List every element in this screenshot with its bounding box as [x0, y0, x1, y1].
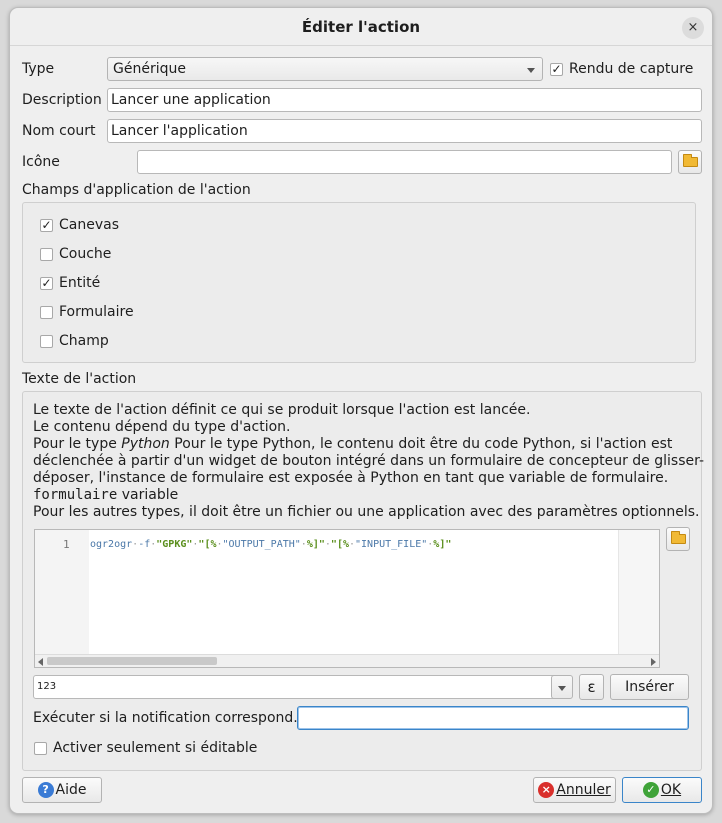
type-select[interactable]: Générique	[107, 57, 543, 81]
help-text-part: variable	[117, 487, 179, 503]
checkmark-icon: ✓	[41, 276, 52, 290]
help-text-code: formulaire	[33, 487, 118, 503]
capture-label: Rendu de capture	[569, 61, 694, 77]
expression-builder-button[interactable]: ε	[579, 674, 604, 700]
help-text-line: Pour le type Python Pour le type Python,…	[33, 436, 672, 453]
code-token: %]"	[433, 539, 452, 550]
scope-field-checkbox[interactable]	[40, 335, 53, 348]
help-icon: ?	[37, 782, 54, 798]
icon-path-input[interactable]	[137, 150, 672, 174]
help-button[interactable]: ? Aide	[22, 777, 102, 803]
dialog-title: Éditer l'action	[10, 8, 712, 46]
help-text-python: Python	[121, 436, 170, 452]
type-label: Type	[22, 61, 55, 77]
type-select-value: Générique	[113, 61, 186, 77]
scope-form-label: Formulaire	[59, 304, 134, 320]
line-number-gutter: 1	[35, 530, 89, 654]
help-text-line: déposer, l'instance de formulaire est ex…	[33, 470, 669, 486]
scope-canvas-checkbox[interactable]: ✓	[40, 219, 53, 232]
notification-label: Exécuter si la notification correspond.	[33, 710, 298, 726]
help-text-line: Pour les autres types, il doit être un f…	[33, 504, 700, 520]
help-text-line: Le texte de l'action définit ce qui se p…	[33, 402, 531, 418]
help-text-line: déclenchée à partir d'un widget de bouto…	[33, 453, 705, 469]
ok-icon: ✓	[642, 782, 659, 798]
edit-action-dialog: Éditer l'action × Type Générique ✓ Rendu…	[9, 7, 713, 814]
code-token: "[%	[330, 539, 349, 550]
scopes-group: ✓ Canevas Couche ✓ Entité Formulaire Cha…	[22, 202, 696, 363]
icon-label: Icône	[22, 154, 60, 170]
scrollbar-thumb[interactable]	[47, 657, 217, 665]
code-token: %]"	[306, 539, 325, 550]
code-editor[interactable]: 1 ogr2ogr·-f·"GPKG"·"[%·"OUTPUT_PATH"·%]…	[34, 529, 660, 668]
editable-only-checkbox[interactable]	[34, 742, 47, 755]
capture-checkbox[interactable]: ✓	[550, 63, 563, 76]
close-button[interactable]: ×	[682, 17, 704, 39]
scope-canvas-label: Canevas	[59, 217, 119, 233]
short-name-input[interactable]: Lancer l'application	[107, 119, 702, 143]
code-line: ogr2ogr·-f·"GPKG"·"[%·"OUTPUT_PATH"·%]"·…	[90, 539, 452, 550]
checkmark-icon: ✓	[551, 62, 562, 76]
ok-button-label: OK	[660, 782, 682, 798]
action-text-title: Texte de l'action	[22, 371, 137, 387]
action-browse-button[interactable]	[666, 527, 690, 551]
scroll-right-icon[interactable]	[651, 658, 656, 666]
cancel-button[interactable]: × Annuler	[533, 777, 616, 803]
help-text-part: Pour le type	[33, 436, 122, 452]
line-number: 1	[63, 538, 70, 551]
checkmark-icon: ✓	[41, 218, 52, 232]
editor-margin	[618, 530, 659, 654]
code-token: "OUTPUT_PATH"	[222, 539, 301, 550]
scope-form-checkbox[interactable]	[40, 306, 53, 319]
icon-browse-button[interactable]	[678, 150, 702, 174]
scope-layer-checkbox[interactable]	[40, 248, 53, 261]
help-button-label: Aide	[55, 782, 87, 798]
scope-layer-label: Couche	[59, 246, 112, 262]
code-token: "INPUT_FILE"	[355, 539, 428, 550]
expression-dropdown-button[interactable]	[551, 675, 573, 699]
scope-feature-label: Entité	[59, 275, 101, 291]
code-token: ogr2ogr	[90, 539, 133, 550]
insert-button[interactable]: Insérer	[610, 674, 689, 700]
horizontal-scrollbar[interactable]	[35, 654, 659, 667]
scope-feature-checkbox[interactable]: ✓	[40, 277, 53, 290]
scope-field-label: Champ	[59, 333, 109, 349]
notification-input[interactable]	[297, 706, 689, 730]
close-icon: ×	[687, 20, 699, 35]
cancel-button-label: Annuler	[556, 782, 611, 798]
help-text-line: Le contenu dépend du type d'action.	[33, 419, 291, 435]
scroll-left-icon[interactable]	[38, 658, 43, 666]
code-token: -f	[138, 539, 151, 550]
description-label: Description	[22, 92, 102, 108]
expression-combo[interactable]: 123	[33, 675, 572, 699]
help-text-part: Pour le type Python, le contenu doit êtr…	[169, 436, 673, 452]
editable-only-label: Activer seulement si éditable	[53, 740, 258, 756]
description-input[interactable]: Lancer une application	[107, 88, 702, 112]
help-text-line: formulaire variable	[33, 487, 178, 504]
ok-button[interactable]: ✓ OK	[622, 777, 702, 803]
chevron-down-icon	[527, 68, 535, 73]
folder-icon	[683, 154, 698, 167]
code-token: "[%	[198, 539, 217, 550]
code-token: "GPKG"	[156, 539, 193, 550]
short-name-label: Nom court	[22, 123, 96, 139]
epsilon-icon: ε	[587, 678, 596, 696]
scopes-title: Champs d'application de l'action	[22, 182, 251, 198]
chevron-down-icon	[558, 686, 566, 691]
folder-icon	[671, 531, 686, 544]
cancel-icon: ×	[538, 782, 555, 798]
expression-value: 123	[37, 681, 57, 692]
